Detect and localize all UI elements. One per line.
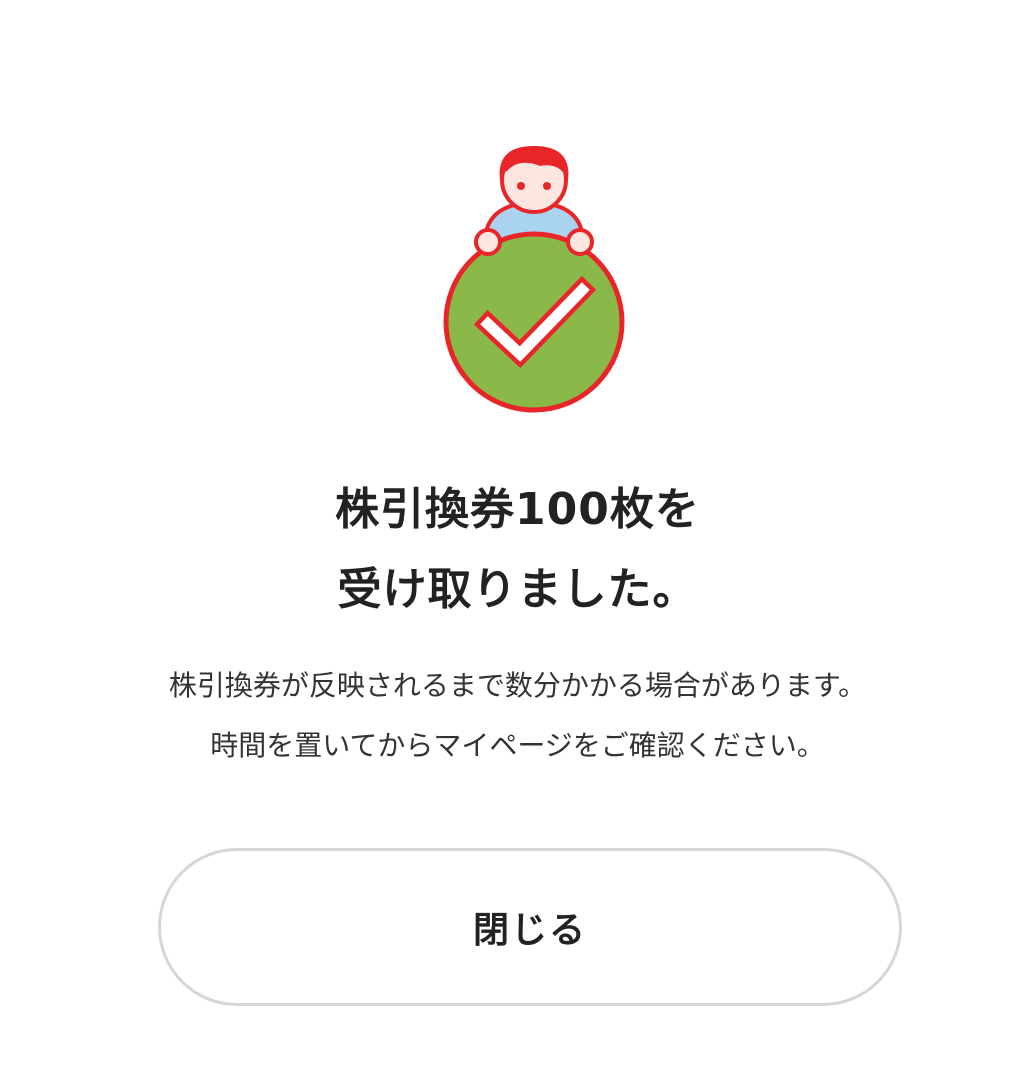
person-holding-checkmark-icon	[443, 146, 625, 413]
message-line-1: 株引換券が反映されるまで数分かかる場合があります。	[168, 669, 867, 702]
success-illustration	[436, 140, 632, 416]
success-title: 株引換券100枚を 受け取りました。	[0, 470, 1035, 630]
title-line-2: 受け取りました。	[337, 564, 698, 615]
message-line-2: 時間を置いてからマイページをご確認ください。	[210, 729, 825, 762]
info-message: 株引換券が反映されるまで数分かかる場合があります。 時間を置いてからマイページを…	[0, 656, 1035, 776]
close-button[interactable]: 閉じる	[158, 848, 902, 1006]
title-line-1: 株引換券100枚を	[335, 484, 700, 535]
